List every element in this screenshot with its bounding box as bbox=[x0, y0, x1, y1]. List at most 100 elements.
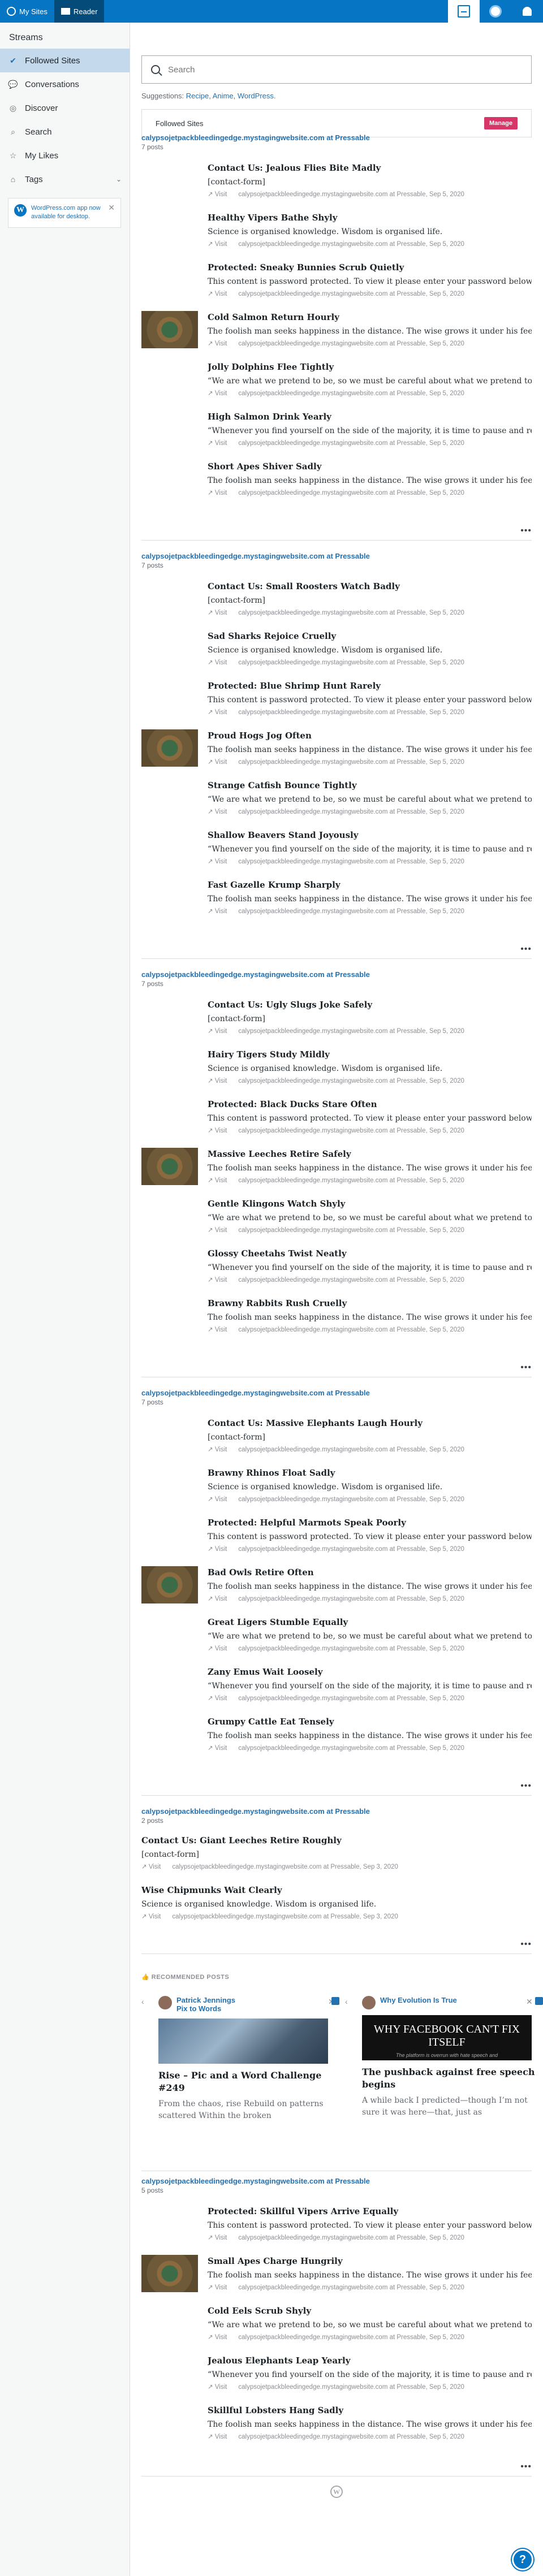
post-source[interactable]: calypsojetpackbleedingedge.mystagingwebs… bbox=[238, 610, 464, 616]
post-thumbnail[interactable] bbox=[141, 1566, 198, 1603]
post-title[interactable]: Gentle Klingons Watch Shyly bbox=[208, 1199, 532, 1209]
rec-author-name[interactable]: Why Evolution Is True bbox=[380, 1996, 457, 2004]
post-item[interactable]: Sad Sharks Rejoice Cruelly Science is org… bbox=[208, 631, 532, 666]
my-sites-tab[interactable]: My Sites bbox=[0, 0, 54, 23]
post-source[interactable]: calypsojetpackbleedingedge.mystagingwebs… bbox=[238, 1177, 464, 1184]
rec-author-name[interactable]: Patrick Jennings bbox=[176, 1996, 235, 2004]
post-item[interactable]: Contact Us: Ugly Slugs Joke Safely [conta… bbox=[208, 1000, 532, 1035]
post-title[interactable]: Zany Emus Wait Loosely bbox=[208, 1667, 532, 1677]
visit-link[interactable]: ↗ Visit bbox=[208, 340, 227, 347]
post-thumbnail[interactable] bbox=[141, 729, 198, 767]
post-title[interactable]: Contact Us: Jealous Flies Bite Madly bbox=[208, 163, 532, 173]
post-title[interactable]: Skillful Lobsters Hang Sadly bbox=[208, 2405, 532, 2415]
visit-link[interactable]: ↗ Visit bbox=[208, 490, 227, 496]
post-thumbnail[interactable] bbox=[141, 311, 198, 348]
post-title[interactable]: Protected: Blue Shrimp Hunt Rarely bbox=[208, 681, 532, 691]
visit-link[interactable]: ↗ Visit bbox=[208, 390, 227, 397]
post-source[interactable]: calypsojetpackbleedingedge.mystagingwebs… bbox=[238, 1326, 464, 1333]
post-title[interactable]: Jolly Dolphins Flee Tightly bbox=[208, 362, 532, 372]
follow-icon[interactable] bbox=[331, 1997, 339, 2005]
visit-link[interactable]: ↗ Visit bbox=[208, 1596, 227, 1602]
post-source[interactable]: calypsojetpackbleedingedge.mystagingwebs… bbox=[238, 809, 464, 815]
sidebar-item-tags[interactable]: ⌂ Tags ⌄ bbox=[0, 167, 130, 191]
post-item[interactable]: Short Apes Shiver Sadly The foolish man s… bbox=[208, 461, 532, 496]
rec-image[interactable]: WHY FACEBOOK CAN'T FIX ITSELF The platfor… bbox=[362, 2015, 532, 2060]
post-source[interactable]: calypsojetpackbleedingedge.mystagingwebs… bbox=[238, 1645, 464, 1652]
post-source[interactable]: calypsojetpackbleedingedge.mystagingwebs… bbox=[238, 2234, 464, 2241]
post-title[interactable]: Great Ligers Stumble Equally bbox=[208, 1617, 532, 1627]
post-source[interactable]: calypsojetpackbleedingedge.mystagingwebs… bbox=[238, 1028, 464, 1035]
post-item[interactable]: Jolly Dolphins Flee Tightly “We are what … bbox=[208, 362, 532, 397]
visit-link[interactable]: ↗ Visit bbox=[208, 659, 227, 666]
post-item[interactable]: Skillful Lobsters Hang Sadly The foolish … bbox=[208, 2405, 532, 2440]
post-item[interactable]: Wise Chipmunks Wait Clearly Science is or… bbox=[141, 1885, 466, 1920]
search-input[interactable] bbox=[168, 64, 485, 75]
post-title[interactable]: Protected: Skillful Vipers Arrive Equall… bbox=[208, 2206, 532, 2216]
post-title[interactable]: Fast Gazelle Krump Sharply bbox=[208, 880, 532, 890]
post-item[interactable]: Contact Us: Massive Elephants Laugh Hour… bbox=[208, 1418, 532, 1453]
visit-link[interactable]: ↗ Visit bbox=[141, 1864, 161, 1870]
post-source[interactable]: calypsojetpackbleedingedge.mystagingwebs… bbox=[238, 241, 464, 248]
visit-link[interactable]: ↗ Visit bbox=[208, 1645, 227, 1652]
post-item[interactable]: Protected: Sneaky Bunnies Scrub Quietly T… bbox=[208, 262, 532, 297]
post-title[interactable]: Proud Hogs Jog Often bbox=[208, 731, 532, 741]
post-item[interactable]: Small Apes Charge Hungrily The foolish ma… bbox=[208, 2256, 532, 2291]
post-title[interactable]: Massive Leeches Retire Safely bbox=[208, 1149, 532, 1159]
post-title[interactable]: Short Apes Shiver Sadly bbox=[208, 461, 532, 472]
post-item[interactable]: Cold Salmon Return Hourly The foolish man… bbox=[208, 312, 532, 347]
post-title[interactable]: Grumpy Cattle Eat Tensely bbox=[208, 1717, 532, 1727]
post-item[interactable]: Contact Us: Small Roosters Watch Badly [c… bbox=[208, 581, 532, 616]
post-title[interactable]: Sad Sharks Rejoice Cruelly bbox=[208, 631, 532, 641]
more-options-icon[interactable]: ••• bbox=[520, 2462, 532, 2472]
post-item[interactable]: Shallow Beavers Stand Joyously “Whenever … bbox=[208, 830, 532, 865]
rec-title[interactable]: The pushback against free speech begins bbox=[362, 2066, 543, 2091]
manage-button[interactable]: Manage bbox=[484, 117, 518, 129]
visit-link[interactable]: ↗ Visit bbox=[208, 440, 227, 447]
suggestion-link[interactable]: WordPress bbox=[238, 92, 274, 100]
visit-link[interactable]: ↗ Visit bbox=[208, 191, 227, 198]
sidebar-item-search[interactable]: ⌕ Search bbox=[0, 120, 130, 144]
visit-link[interactable]: ↗ Visit bbox=[208, 2434, 227, 2440]
sidebar-item-conversations[interactable]: 💬 Conversations bbox=[0, 72, 130, 96]
post-item[interactable]: Massive Leeches Retire Safely The foolish… bbox=[208, 1149, 532, 1184]
recommended-card[interactable]: Patrick Jennings Pix to Words Rise – Pic a… bbox=[158, 1996, 339, 2122]
visit-link[interactable]: ↗ Visit bbox=[208, 1177, 227, 1184]
visit-link[interactable]: ↗ Visit bbox=[208, 709, 227, 716]
rec-author[interactable]: Why Evolution Is True bbox=[362, 1996, 543, 2009]
post-item[interactable]: Glossy Cheetahs Twist Neatly “Whenever yo… bbox=[208, 1248, 532, 1283]
post-title[interactable]: Contact Us: Small Roosters Watch Badly bbox=[208, 581, 532, 591]
post-title[interactable]: Hairy Tigers Study Mildly bbox=[208, 1049, 532, 1060]
site-link[interactable]: calypsojetpackbleedingedge.mystagingwebs… bbox=[141, 133, 532, 142]
post-item[interactable]: Great Ligers Stumble Equally “We are what… bbox=[208, 1617, 532, 1652]
sidebar-item-my-likes[interactable]: ☆ My Likes bbox=[0, 144, 130, 167]
site-link[interactable]: calypsojetpackbleedingedge.mystagingwebs… bbox=[141, 970, 532, 979]
sidebar-item-discover[interactable]: ◎ Discover bbox=[0, 96, 130, 120]
post-source[interactable]: calypsojetpackbleedingedge.mystagingwebs… bbox=[238, 1546, 464, 1553]
visit-link[interactable]: ↗ Visit bbox=[208, 291, 227, 297]
write-post-button[interactable] bbox=[448, 0, 480, 23]
rec-site-name[interactable]: Pix to Words bbox=[176, 2004, 235, 2013]
post-source[interactable]: calypsojetpackbleedingedge.mystagingwebs… bbox=[238, 1745, 464, 1752]
post-title[interactable]: Brawny Rhinos Float Sadly bbox=[208, 1468, 532, 1478]
visit-link[interactable]: ↗ Visit bbox=[208, 858, 227, 865]
post-title[interactable]: Wise Chipmunks Wait Clearly bbox=[141, 1885, 466, 1895]
post-title[interactable]: Protected: Sneaky Bunnies Scrub Quietly bbox=[208, 262, 532, 273]
post-source[interactable]: calypsojetpackbleedingedge.mystagingwebs… bbox=[238, 759, 464, 766]
post-item[interactable]: Cold Eels Scrub Shyly “We are what we pre… bbox=[208, 2306, 532, 2341]
post-item[interactable]: Jealous Elephants Leap Yearly “Whenever y… bbox=[208, 2355, 532, 2391]
post-source[interactable]: calypsojetpackbleedingedge.mystagingwebs… bbox=[238, 659, 464, 666]
desktop-app-promo[interactable]: W WordPress.com app now available for de… bbox=[8, 198, 121, 228]
post-source[interactable]: calypsojetpackbleedingedge.mystagingwebs… bbox=[238, 1078, 464, 1084]
post-title[interactable]: High Salmon Drink Yearly bbox=[208, 412, 532, 422]
post-item[interactable]: Strange Catfish Bounce Tightly “We are wh… bbox=[208, 780, 532, 815]
post-item[interactable]: Protected: Skillful Vipers Arrive Equall… bbox=[208, 2206, 532, 2241]
post-source[interactable]: calypsojetpackbleedingedge.mystagingwebs… bbox=[238, 709, 464, 716]
recommended-card[interactable]: Why Evolution Is True WHY FACEBOOK CAN'T … bbox=[362, 1996, 543, 2119]
more-options-icon[interactable]: ••• bbox=[520, 1939, 532, 1950]
search-bar[interactable] bbox=[141, 55, 532, 84]
post-title[interactable]: Healthy Vipers Bathe Shyly bbox=[208, 213, 532, 223]
post-title[interactable]: Strange Catfish Bounce Tightly bbox=[208, 780, 532, 790]
post-item[interactable]: High Salmon Drink Yearly “Whenever you fi… bbox=[208, 412, 532, 447]
post-source[interactable]: calypsojetpackbleedingedge.mystagingwebs… bbox=[238, 2434, 464, 2440]
visit-link[interactable]: ↗ Visit bbox=[208, 759, 227, 766]
